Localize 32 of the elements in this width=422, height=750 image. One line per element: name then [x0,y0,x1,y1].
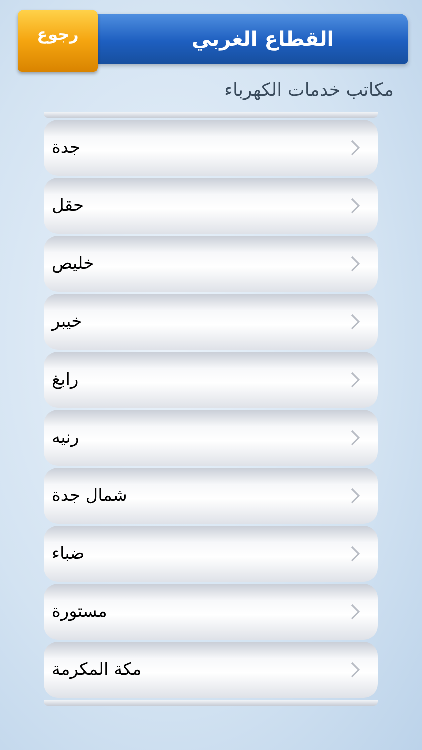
office-row[interactable]: خليص [44,236,378,292]
office-row[interactable]: شمال جدة [44,468,378,524]
office-name: رنيه [52,428,80,448]
office-row[interactable]: رنيه [44,410,378,466]
chevron-icon [351,662,360,678]
office-row[interactable]: خيبر [44,294,378,350]
chevron-icon [351,546,360,562]
office-name: خليص [52,254,94,274]
chevron-icon [351,256,360,272]
office-name: حقل [52,196,84,216]
office-name: رابغ [52,370,79,390]
office-row[interactable]: حقل [44,178,378,234]
office-name: ضباء [52,544,85,564]
office-row[interactable]: مستورة [44,584,378,640]
chevron-icon [351,314,360,330]
page-title: القطاع الغربي [190,27,334,51]
office-name: مكة المكرمة [52,660,142,680]
chevron-icon [351,372,360,388]
chevron-icon [351,604,360,620]
office-name: شمال جدة [52,486,128,506]
office-name: جدة [52,138,80,158]
chevron-icon [351,488,360,504]
section-subtitle: مكاتب خدمات الكهرباء [224,80,394,103]
chevron-icon [351,430,360,446]
office-row[interactable]: رابغ [44,352,378,408]
office-name: مستورة [52,602,108,622]
office-name: خيبر [52,312,82,332]
office-row[interactable]: جدة [44,120,378,176]
office-row[interactable]: مكة المكرمة [44,642,378,698]
office-row[interactable]: ضباء [44,526,378,582]
chevron-icon [351,198,360,214]
chevron-icon [351,140,360,156]
